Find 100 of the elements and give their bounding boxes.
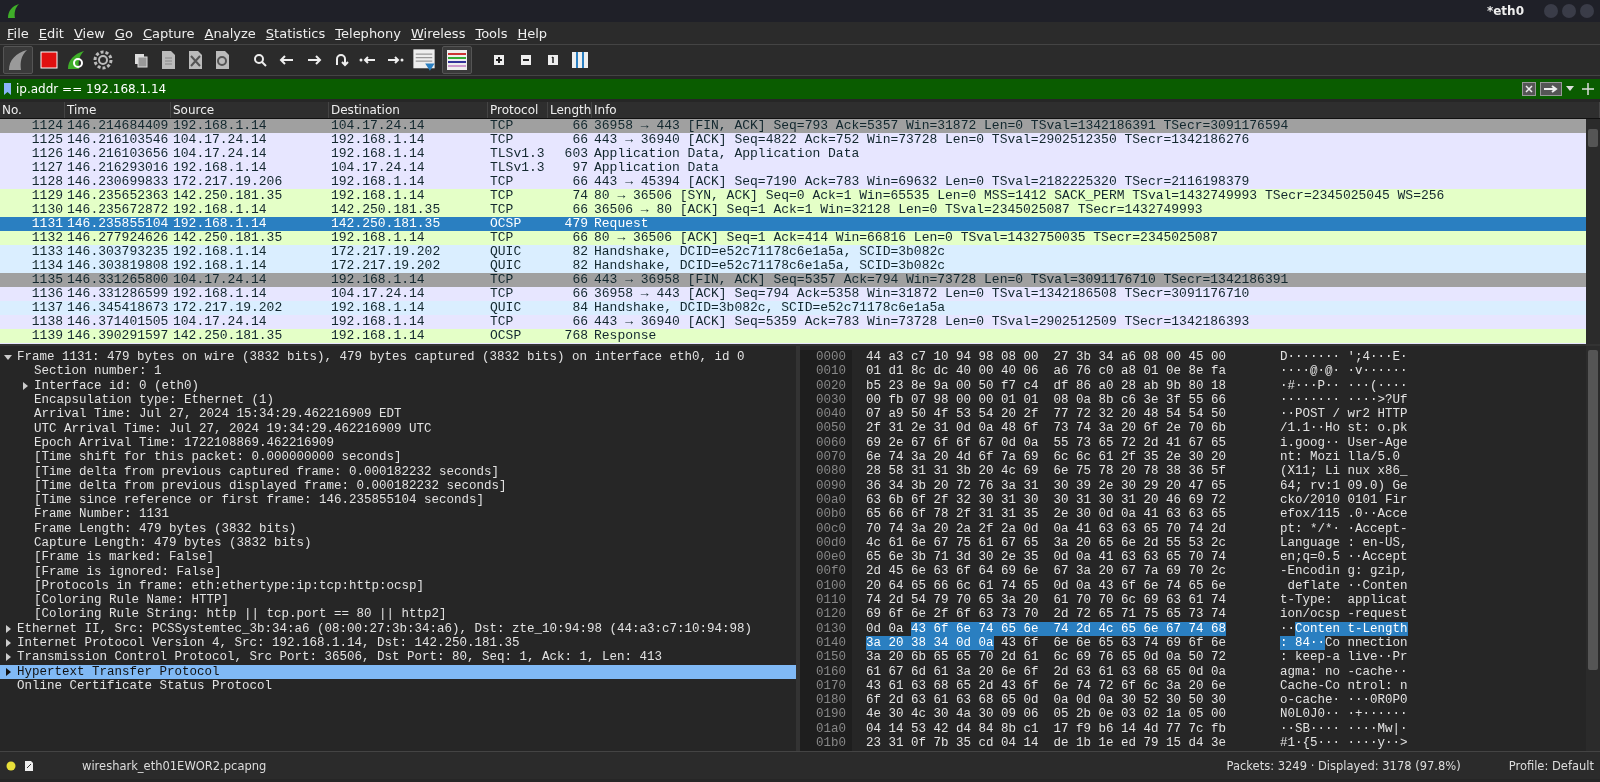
menu-item[interactable]: Help xyxy=(512,25,553,41)
table-cell-text: 1137 xyxy=(30,301,64,315)
menu-item[interactable]: Edit xyxy=(33,25,69,41)
caret-right-icon[interactable] xyxy=(3,652,13,663)
packet-row[interactable]: 1130 146.235672872 192.168.1.14 142.250.181.35 TCP 66 36506 → 80 [ACK] Seq=1 Ack=1 Win=32128 Len=0 TSval=2345025087 TSecr=1432749993 xyxy=(0,203,1586,217)
ascii-text: (X11; Li nux x86_ xyxy=(1280,464,1408,479)
hex-bytes: 43 61 63 68 65 2d 43 6f 6e 74 72 6f 6c 3a 20 6e xyxy=(866,678,1227,693)
table-cell-text: 146.216103546 xyxy=(66,133,170,147)
byte-offset: 0180 xyxy=(816,693,846,708)
tree-item[interactable]: Interface id: 0 (eth0) xyxy=(0,378,796,393)
packet-row[interactable]: 1137 146.345418673 172.217.19.202 192.168.1.14 QUIC 84 Handshake, DCID=3b082c, SCID=e52c71178c6e1a5a xyxy=(0,301,1586,315)
tree-item[interactable]: UTC Arrival Time: Jul 27, 2024 19:34:29.462216909 UTC xyxy=(0,421,796,436)
table-cell-text: 1133 xyxy=(30,245,64,259)
status-dot-icon xyxy=(6,760,16,771)
filter-input[interactable]: ip.addr == 192.168.1.14 xyxy=(16,82,1518,96)
byte-offset: 0020 xyxy=(816,378,846,393)
menu-item[interactable]: View xyxy=(68,25,110,41)
packet-row[interactable]: 1133 146.303793235 192.168.1.14 172.217.19.202 QUIC 82 Handshake, DCID=e52c71178c6e1a5a, SCID=3b082c xyxy=(0,245,1586,259)
table-cell-text: 192.168.1.14 xyxy=(330,329,426,343)
list-arrow-icon[interactable] xyxy=(411,47,437,73)
byte-offset: 0170 xyxy=(816,678,846,694)
arrow-right-icon[interactable] xyxy=(1540,82,1562,96)
menu-item[interactable]: File xyxy=(2,25,34,41)
tree-item[interactable]: Arrival Time: Jul 27, 2024 15:34:29.462216909 EDT xyxy=(0,407,796,422)
ascii-text: nt: Mozi lla/5.0 xyxy=(1280,450,1402,465)
clear-icon[interactable] xyxy=(1522,82,1536,96)
column-header[interactable]: Destination xyxy=(329,102,488,118)
tree-item[interactable]: [Frame is marked: False] xyxy=(0,550,796,565)
tree-item[interactable]: Frame Number: 1131 xyxy=(0,507,796,522)
tree-item[interactable]: Epoch Arrival Time: 1722108869.462216909 xyxy=(0,435,796,451)
tree-item[interactable]: [Frame is ignored: False] xyxy=(0,564,796,579)
tree-item[interactable]: [Time shift for this packet: 0.000000000 seconds] xyxy=(0,450,796,465)
gear-icon[interactable] xyxy=(92,49,114,71)
bookmark-icon[interactable] xyxy=(3,82,12,96)
caret-right-icon[interactable] xyxy=(20,380,30,391)
scrollbar[interactable] xyxy=(1586,119,1600,344)
table-cell-text: 146.214684409 xyxy=(66,119,170,133)
column-header[interactable]: Source xyxy=(171,102,329,118)
tree-item[interactable]: Frame 1131: 479 bytes on wire (3832 bits), 479 bytes captured (3832 bits) on interface eth0, id 0 xyxy=(0,350,796,365)
profile-label[interactable]: Profile: Default xyxy=(1508,758,1594,773)
table-cell-text: 443 → 36940 [ACK] Seq=4822 Ack=752 Win=73728 Len=0 TSval=2902512350 TSecr=1342186276 xyxy=(593,133,1251,147)
table-cell-text: 1131 xyxy=(30,217,64,231)
stop-icon[interactable] xyxy=(38,49,60,71)
table-cell-text: 146.277924626 xyxy=(66,231,170,245)
columns-icon[interactable] xyxy=(569,49,591,71)
tree-item[interactable]: Section number: 1 xyxy=(0,364,796,379)
column-header[interactable]: Length xyxy=(548,102,592,118)
packet-row[interactable]: 1131 146.235855104 192.168.1.14 142.250.181.35 OCSP 479 Request xyxy=(0,217,1586,231)
menu-item[interactable]: Tools xyxy=(470,25,513,41)
ascii-text: o-cache· ···0R0P0 xyxy=(1280,693,1408,708)
note-icon[interactable] xyxy=(24,759,34,772)
table-cell-text: 1134 xyxy=(30,259,64,273)
packet-row[interactable]: 1124 146.214684409 192.168.1.14 104.17.24.14 TCP 66 36958 → 443 [FIN, ACK] Seq=793 Ack=5357 Win=31872 Len=0 TSval=1342186391 TSecr=3091176594 xyxy=(0,119,1586,133)
striped-list-icon[interactable] xyxy=(442,46,472,74)
menu-item[interactable]: Analyze xyxy=(199,25,261,41)
column-header[interactable]: Time xyxy=(65,102,171,118)
menu-item[interactable]: Statistics xyxy=(260,25,331,41)
menu-item[interactable]: Telephony xyxy=(330,25,406,41)
menu-item[interactable]: Go xyxy=(109,25,138,41)
tree-item[interactable]: Online Certificate Status Protocol xyxy=(0,678,796,694)
table-cell-text: 1136 xyxy=(30,287,64,301)
tree-item[interactable]: Capture Length: 479 bytes (3832 bits) xyxy=(0,535,796,551)
packet-row[interactable]: 1134 146.303819808 192.168.1.14 172.217.19.202 QUIC 82 Handshake, DCID=e52c71178c6e1a5a, SCID=3b082c xyxy=(0,259,1586,273)
hex-bytes: 63 6b 6f 2f 32 30 31 30 30 31 30 31 20 46 69 72 xyxy=(866,492,1227,507)
table-cell-text: 443 → 45394 [ACK] Seq=7190 Ack=783 Win=69632 Len=0 TSval=2182225320 TSecr=2116198379 xyxy=(593,175,1251,189)
tree-item[interactable]: Internet Protocol Version 4, Src: 192.168.1.14, Dst: 142.250.181.35 xyxy=(0,635,796,651)
caret-right-icon[interactable] xyxy=(3,666,13,677)
filter-field[interactable]: ip.addr == 192.168.1.14 xyxy=(0,79,1600,99)
hex-bytes: 43 6f 6e 6e 65 63 74 69 6f 6e xyxy=(1000,635,1227,650)
column-header[interactable]: Info xyxy=(592,102,1600,118)
restart-icon[interactable] xyxy=(65,49,87,71)
table-cell-text: 192.168.1.14 xyxy=(172,119,268,133)
packet-row[interactable]: 1139 146.390291597 142.250.181.35 192.168.1.14 OCSP 768 Response xyxy=(0,329,1586,343)
tree-item[interactable]: Hypertext Transfer Protocol xyxy=(0,664,796,679)
table-cell-text: 82 xyxy=(571,259,589,273)
scrollbar[interactable] xyxy=(1586,346,1600,751)
tree-item[interactable]: [Time delta from previous displayed frame: 0.000182232 seconds] xyxy=(0,478,796,493)
tree-item[interactable]: Encapsulation type: Ethernet (1) xyxy=(0,392,796,408)
caret-right-icon[interactable] xyxy=(3,623,13,634)
tree-item[interactable]: Transmission Control Protocol, Src Port: 36506, Dst Port: 80, Seq: 1, Ack: 1, Len: 413 xyxy=(0,650,796,665)
tree-item[interactable]: [Coloring Rule Name: HTTP] xyxy=(0,593,796,608)
menu-item[interactable]: Wireless xyxy=(406,25,471,41)
tree-item[interactable]: [Protocols in frame: eth:ethertype:ip:tcp:http:ocsp] xyxy=(0,578,796,594)
tree-item[interactable]: [Coloring Rule String: http || tcp.port == 80 || http2] xyxy=(0,607,796,622)
tree-item[interactable]: [Time delta from previous captured frame: 0.000182232 seconds] xyxy=(0,464,796,479)
hex-bytes: 01 d1 8c dc 40 00 40 06 a6 76 c0 a8 01 0e 8e fa xyxy=(866,364,1227,379)
column-header[interactable]: Protocol xyxy=(488,102,548,118)
caret-right-icon[interactable] xyxy=(3,638,13,649)
column-header[interactable]: No. xyxy=(0,102,65,118)
tree-item[interactable]: [Time since reference or first frame: 146.235855104 seconds] xyxy=(0,492,796,508)
packet-row[interactable]: 1129 146.235652363 142.250.181.35 192.168.1.14 TCP 74 80 → 36506 [SYN, ACK] Seq=0 Ack=1 Win=65535 Len=0 MSS=1412 SACK_PERM TSval=1432749993 TSecr=2345025045 WS=256 xyxy=(0,189,1586,203)
tree-item[interactable]: Ethernet II, Src: PCSSystemtec_3b:34:a6 (08:00:27:3b:34:a6), Dst: zte_10:94:98 (44:a3:c7:10:94:98) xyxy=(0,621,796,636)
packet-row[interactable]: 1132 146.277924626 142.250.181.35 192.168.1.14 TCP 66 80 → 36506 [ACK] Seq=1 Ack=414 Win=66816 Len=0 TSval=1432750035 TSecr=2345025087 xyxy=(0,231,1586,245)
menu-item[interactable]: Capture xyxy=(137,25,200,41)
table-cell-text: QUIC xyxy=(489,259,523,273)
tree-item[interactable]: Frame Length: 479 bytes (3832 bits) xyxy=(0,521,796,536)
packet-row[interactable]: 1135 146.331265800 104.17.24.14 192.168.1.14 TCP 66 443 → 36958 [FIN, ACK] Seq=5357 Ack=794 Win=73728 Len=0 TSval=3091176710 TSecr=1342186391 xyxy=(0,273,1586,287)
hex-bytes: 69 2e 67 6f 6f 67 0d 0a 55 73 65 72 2d 41 67 65 xyxy=(866,435,1227,450)
caret-down-icon[interactable] xyxy=(1566,86,1574,92)
shark-fin-icon[interactable] xyxy=(3,46,33,74)
